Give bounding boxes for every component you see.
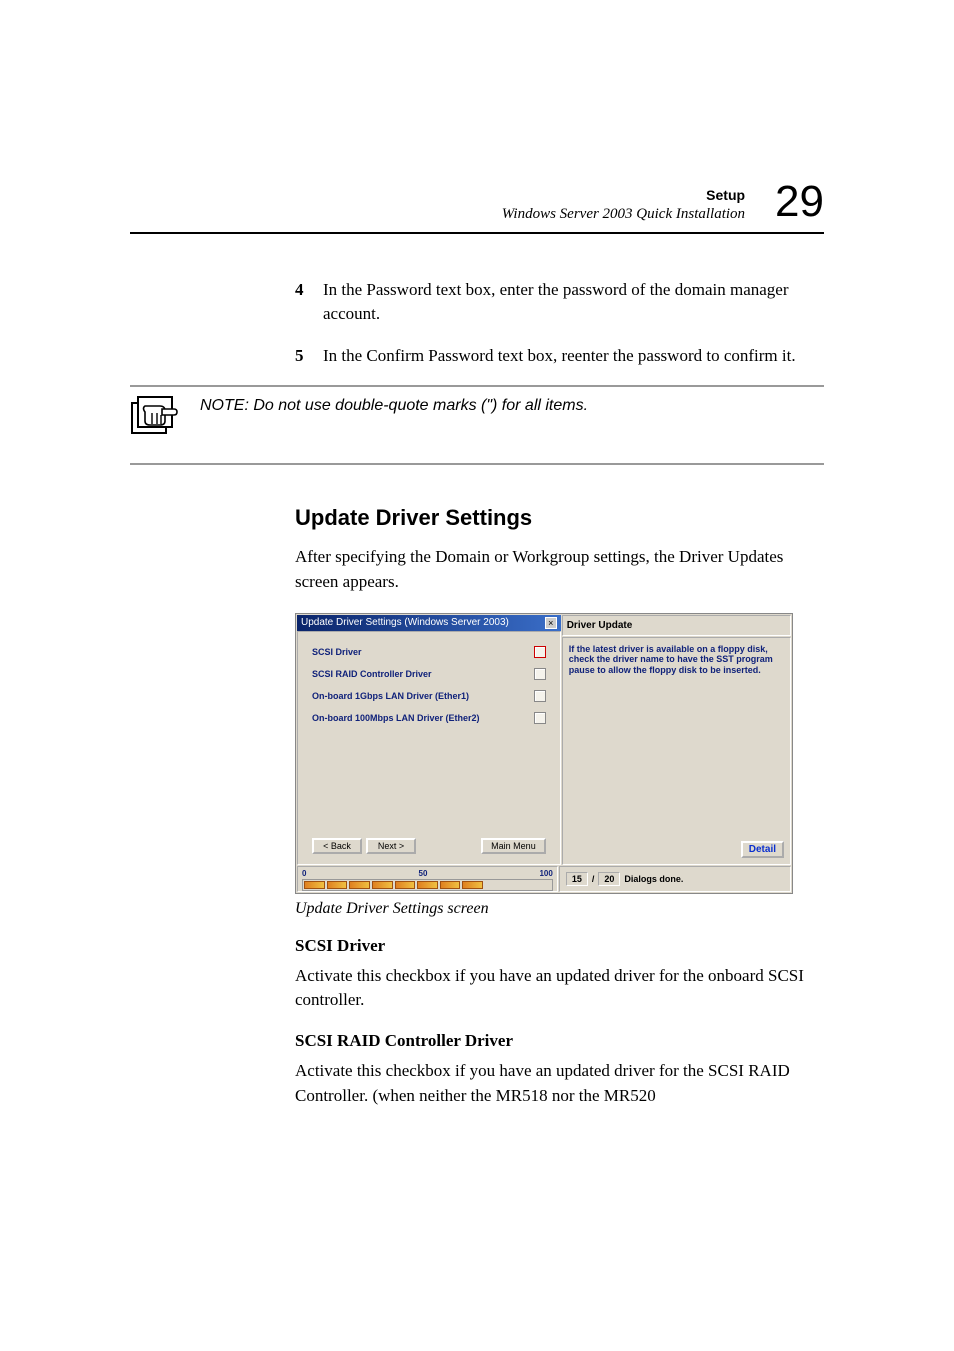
body-raid-driver: Activate this checkbox if you have an up…: [295, 1059, 824, 1108]
pointing-hand-icon: [130, 395, 184, 443]
subheading-scsi-driver: SCSI Driver: [295, 936, 824, 956]
body-scsi-driver: Activate this checkbox if you have an up…: [295, 964, 824, 1013]
header-rule: [130, 232, 824, 234]
step-4-number: 4: [295, 278, 311, 302]
step-5-text: In the Confirm Password text box, reente…: [323, 344, 824, 368]
driver-label-scsi: SCSI Driver: [312, 647, 362, 657]
progress-label-50: 50: [419, 869, 428, 878]
next-button[interactable]: Next >: [366, 838, 416, 854]
driver-update-panel-title: Driver Update: [562, 615, 791, 636]
back-button[interactable]: < Back: [312, 838, 362, 854]
status-area: 15 / 20 Dialogs done.: [559, 866, 791, 892]
status-total: 20: [598, 872, 620, 886]
header-setup-label: Setup: [502, 186, 745, 204]
checkbox-scsi-driver[interactable]: [534, 646, 546, 658]
window-titlebar: Update Driver Settings (Windows Server 2…: [297, 615, 561, 631]
update-driver-screenshot: Update Driver Settings (Windows Server 2…: [295, 613, 793, 894]
driver-row-lan1: On-board 1Gbps LAN Driver (Ether1): [312, 690, 546, 702]
figure-caption: Update Driver Settings screen: [295, 900, 824, 918]
step-5: 5 In the Confirm Password text box, reen…: [295, 344, 824, 368]
driver-label-lan1: On-board 1Gbps LAN Driver (Ether1): [312, 691, 469, 701]
section-intro-text: After specifying the Domain or Workgroup…: [295, 545, 824, 594]
progress-label-0: 0: [302, 869, 306, 878]
status-separator: /: [592, 874, 595, 884]
page-header: Setup Windows Server 2003 Quick Installa…: [130, 180, 824, 224]
driver-row-raid: SCSI RAID Controller Driver: [312, 668, 546, 680]
checkbox-lan2-driver[interactable]: [534, 712, 546, 724]
main-menu-button[interactable]: Main Menu: [481, 838, 546, 854]
note-text: NOTE: Do not use double-quote marks (") …: [200, 395, 588, 415]
note-rule-bottom: [130, 463, 824, 465]
progress-bar: [302, 879, 553, 891]
status-current: 15: [566, 872, 588, 886]
section-heading-update-driver: Update Driver Settings: [295, 505, 824, 531]
driver-label-lan2: On-board 100Mbps LAN Driver (Ether2): [312, 713, 480, 723]
driver-update-description: If the latest driver is available on a f…: [569, 644, 784, 676]
driver-row-scsi: SCSI Driver: [312, 646, 546, 658]
driver-row-lan2: On-board 100Mbps LAN Driver (Ether2): [312, 712, 546, 724]
close-icon[interactable]: ×: [545, 617, 557, 629]
subheading-raid-driver: SCSI RAID Controller Driver: [295, 1031, 824, 1051]
note-block: NOTE: Do not use double-quote marks (") …: [130, 385, 824, 465]
progress-label-100: 100: [539, 869, 552, 878]
driver-label-raid: SCSI RAID Controller Driver: [312, 669, 432, 679]
header-subtitle: Windows Server 2003 Quick Installation: [502, 205, 745, 225]
step-5-number: 5: [295, 344, 311, 368]
checkbox-lan1-driver[interactable]: [534, 690, 546, 702]
status-message: Dialogs done.: [624, 874, 683, 884]
step-4-text: In the Password text box, enter the pass…: [323, 278, 824, 326]
step-4: 4 In the Password text box, enter the pa…: [295, 278, 824, 326]
page-number: 29: [775, 180, 824, 224]
window-title: Update Driver Settings (Windows Server 2…: [301, 617, 509, 628]
detail-button[interactable]: Detail: [741, 841, 784, 858]
progress-area: 0 50 100: [297, 866, 558, 892]
checkbox-raid-driver[interactable]: [534, 668, 546, 680]
